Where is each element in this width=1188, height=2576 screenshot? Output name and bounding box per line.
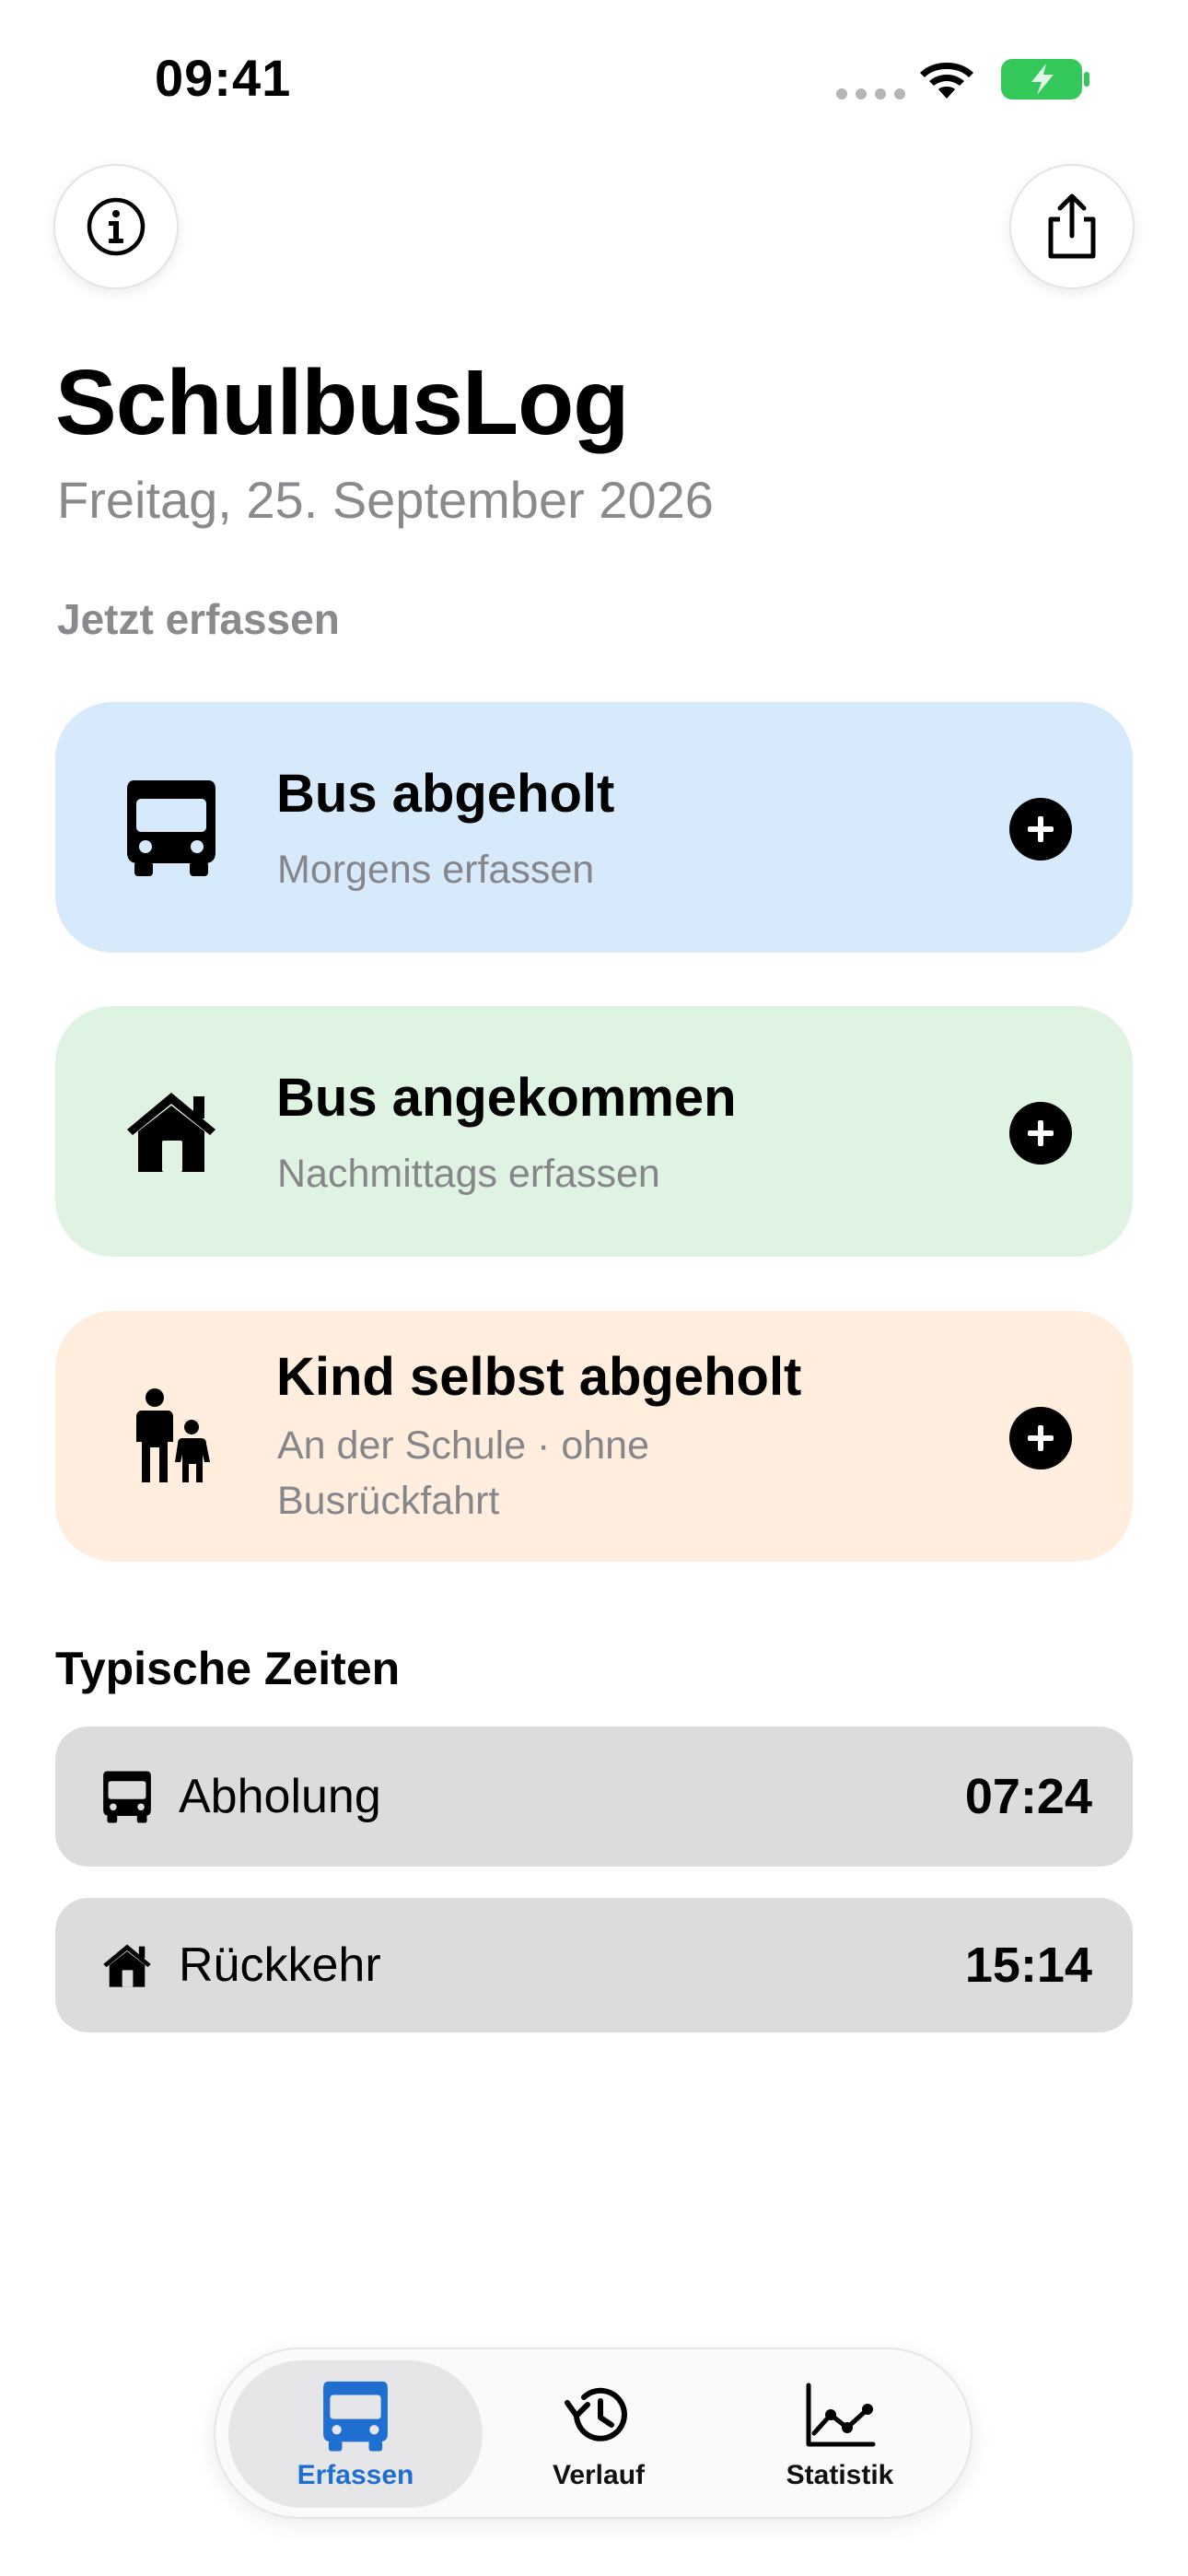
add-self-pickup-button[interactable] bbox=[1009, 1407, 1072, 1469]
tab-label: Statistik bbox=[786, 2460, 894, 2490]
typical-times-title: Typische Zeiten bbox=[55, 1643, 401, 1694]
share-button[interactable] bbox=[1009, 164, 1135, 289]
bus-icon bbox=[118, 774, 225, 881]
bus-picked-up-card[interactable]: Bus abgeholt Morgens erfassen bbox=[55, 702, 1133, 953]
bus-arrived-card[interactable]: Bus angekommen Nachmittags erfassen bbox=[55, 1006, 1133, 1257]
share-icon bbox=[1048, 193, 1096, 259]
time-label: Abholung bbox=[179, 1770, 381, 1823]
card-title: Kind selbst abgeholt bbox=[276, 1347, 802, 1407]
bus-icon bbox=[98, 1767, 157, 1826]
tab-label: Verlauf bbox=[552, 2460, 646, 2490]
card-subtitle: Morgens erfassen bbox=[277, 848, 595, 892]
page-title: SchulbusLog bbox=[55, 351, 629, 454]
tab-statistik[interactable]: Statistik bbox=[720, 2360, 960, 2508]
wifi-icon bbox=[920, 63, 973, 99]
tab-verlauf[interactable]: Verlauf bbox=[492, 2360, 705, 2508]
cellular-signal-icon bbox=[836, 88, 905, 100]
info-button[interactable] bbox=[53, 164, 179, 289]
card-subtitle: Nachmittags erfassen bbox=[277, 1152, 660, 1196]
house-icon bbox=[118, 1078, 225, 1185]
typical-time-return-row: Rückkehr 15:14 bbox=[55, 1898, 1133, 2032]
time-value: 15:14 bbox=[964, 1938, 1092, 1993]
status-time: 09:41 bbox=[155, 49, 292, 107]
time-label: Rückkehr bbox=[179, 1938, 381, 1992]
add-arrival-button[interactable] bbox=[1009, 1102, 1072, 1165]
parent-child-icon bbox=[118, 1383, 225, 1490]
time-value: 07:24 bbox=[964, 1769, 1092, 1824]
section-label: Jetzt erfassen bbox=[57, 595, 340, 643]
status-bar: 09:41 bbox=[0, 0, 1188, 157]
line-chart-icon bbox=[801, 2377, 879, 2454]
tab-erfassen[interactable]: Erfassen bbox=[228, 2360, 483, 2508]
current-date: Freitag, 25. September 2026 bbox=[57, 471, 714, 529]
card-subtitle: An der Schule · ohne Busrückfahrt bbox=[277, 1423, 649, 1523]
card-title: Bus angekommen bbox=[276, 1068, 737, 1128]
tab-label: Erfassen bbox=[297, 2460, 414, 2490]
child-self-pickup-card[interactable]: Kind selbst abgeholt An der Schule · ohn… bbox=[55, 1311, 1133, 1562]
add-pickup-button[interactable] bbox=[1009, 798, 1072, 861]
battery-charging-icon bbox=[1001, 59, 1089, 100]
tab-bar: Erfassen Verlauf Statistik bbox=[214, 2348, 973, 2519]
plus-icon bbox=[1028, 1425, 1054, 1451]
plus-icon bbox=[1028, 816, 1054, 842]
card-title: Bus abgeholt bbox=[276, 764, 615, 824]
plus-icon bbox=[1028, 1120, 1054, 1146]
info-circle-icon bbox=[87, 197, 146, 256]
house-icon bbox=[98, 1936, 157, 1995]
bus-icon bbox=[317, 2377, 394, 2454]
typical-time-pickup-row: Abholung 07:24 bbox=[55, 1727, 1133, 1867]
history-icon bbox=[560, 2377, 637, 2454]
